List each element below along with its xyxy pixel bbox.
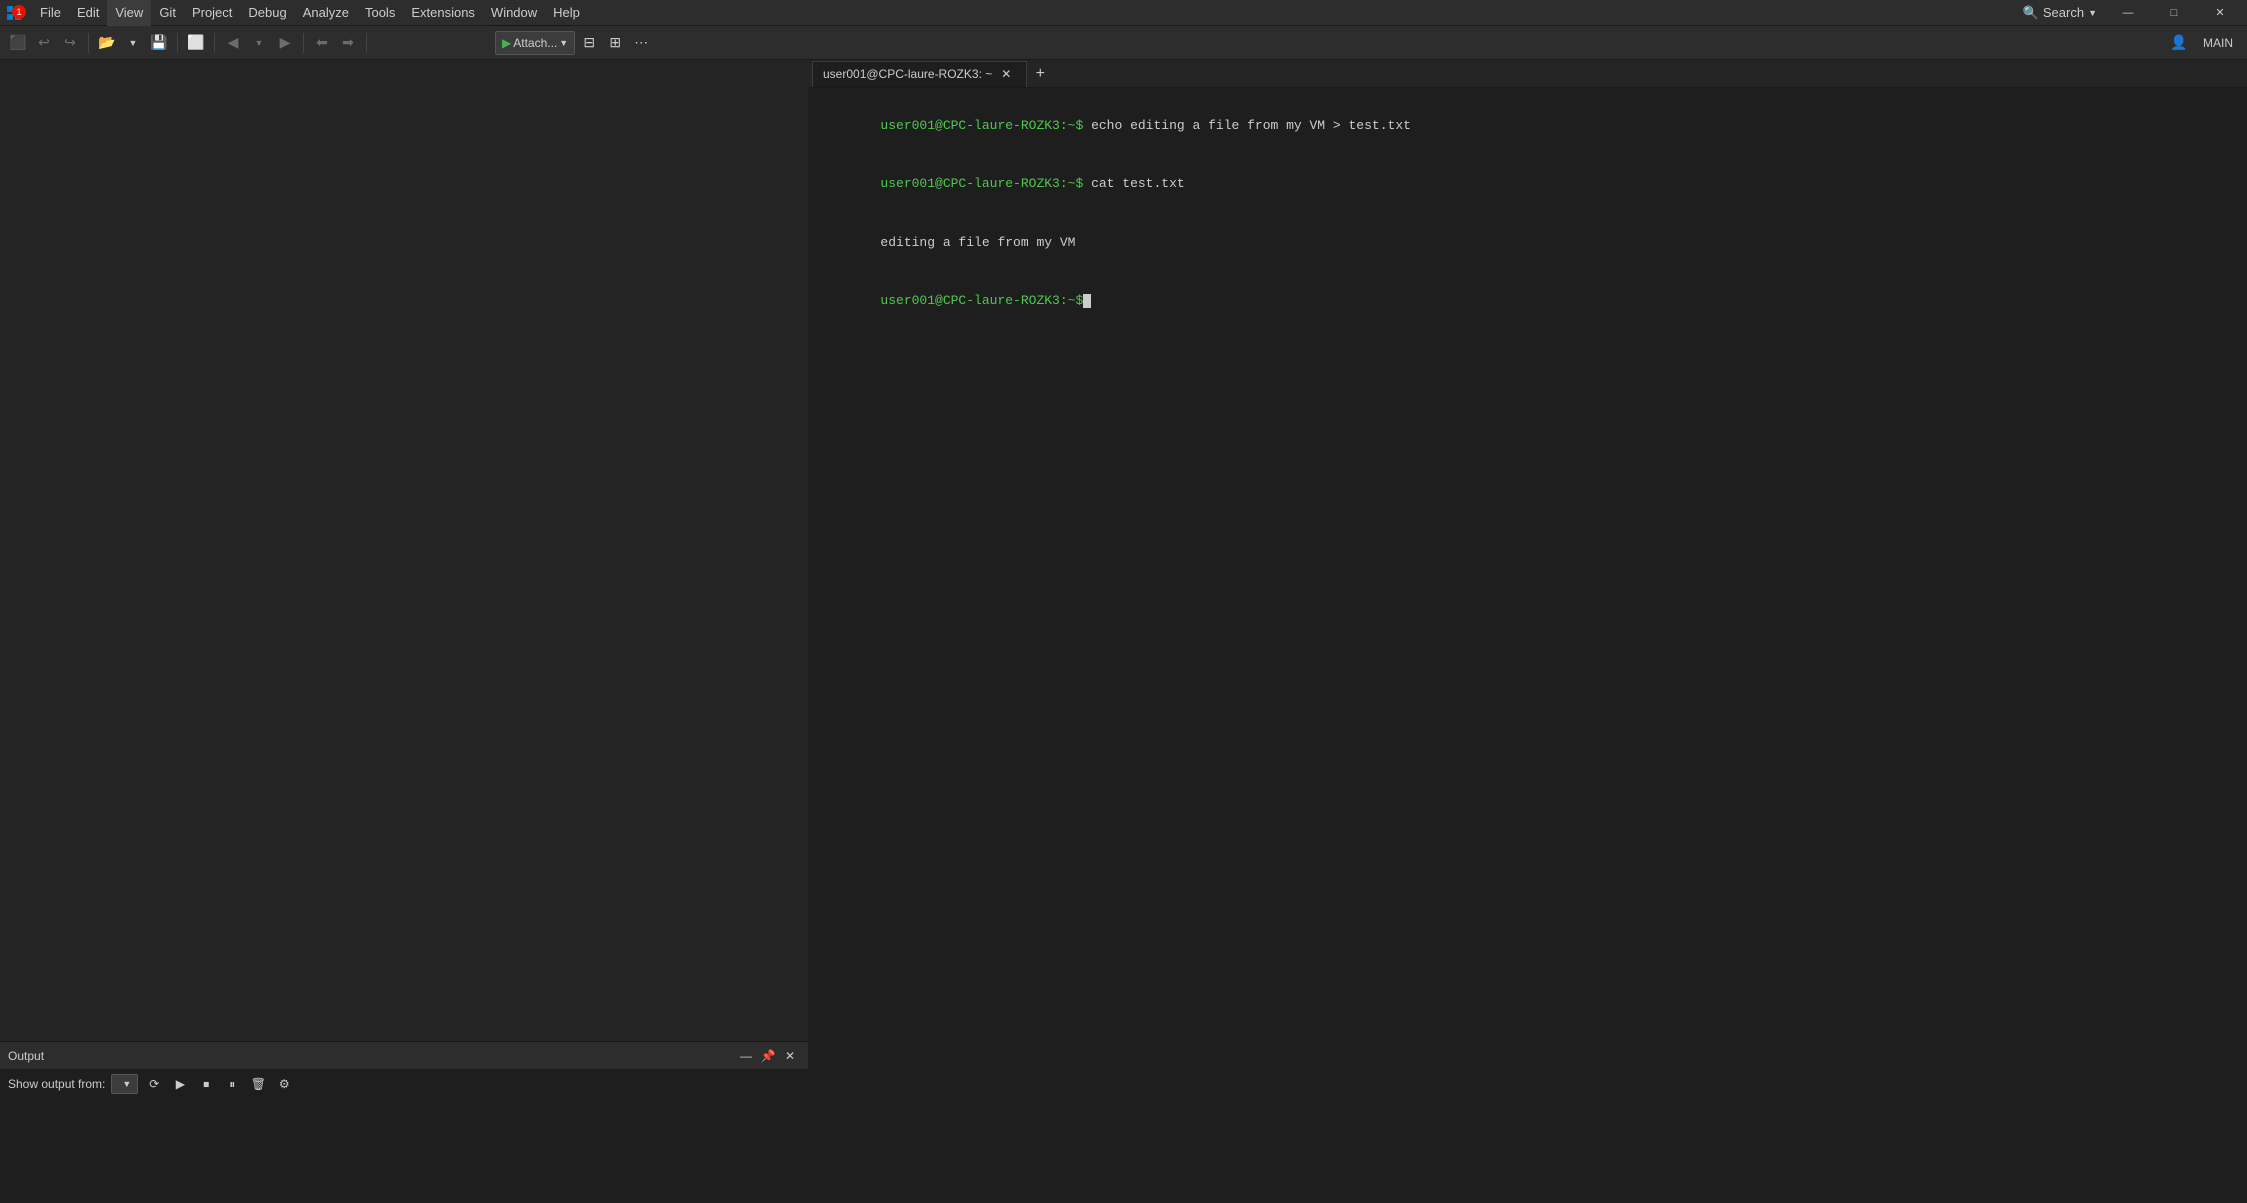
- toolbar-btn-extra[interactable]: ⬜: [184, 31, 208, 55]
- output-panel: Output — 📌 ✕ Show output from: ▼ ⟳ ▶ ⏹ ⏸…: [0, 1041, 808, 1203]
- output-clear-btn-5[interactable]: 🗑: [248, 1074, 268, 1094]
- terminal-tab-add[interactable]: +: [1027, 61, 1053, 87]
- window-controls: — □ ✕: [2105, 0, 2243, 26]
- output-title: Output: [8, 1049, 44, 1063]
- toolbar-sep-3: [214, 33, 215, 53]
- attach-label: Attach...: [513, 36, 557, 50]
- toolbar-sep-2: [177, 33, 178, 53]
- toolbar-undo[interactable]: ↩: [32, 31, 56, 55]
- output-close[interactable]: ✕: [780, 1046, 800, 1066]
- terminal-prompt-3: user001@CPC-laure-ROZK3:~$: [880, 293, 1083, 308]
- output-filter-row: Show output from: ▼ ⟳ ▶ ⏹ ⏸ 🗑 ⚙: [0, 1070, 808, 1098]
- toolbar-back-dropdown[interactable]: ▼: [247, 31, 271, 55]
- terminal-line-3: editing a file from my VM: [818, 213, 2237, 272]
- output-minimize[interactable]: —: [736, 1046, 756, 1066]
- notification-badge: 1: [12, 5, 26, 19]
- output-settings-btn[interactable]: ⚙: [274, 1074, 294, 1094]
- terminal-output-1: editing a file from my VM: [880, 235, 1075, 250]
- terminal-panel: user001@CPC-laure-ROZK3: ~ ✕ + user001@C…: [808, 60, 2247, 1203]
- terminal-content[interactable]: user001@CPC-laure-ROZK3:~$ echo editing …: [808, 88, 2247, 1203]
- output-filter-select[interactable]: ▼: [111, 1074, 138, 1094]
- terminal-tab-close[interactable]: ✕: [998, 66, 1014, 82]
- attach-dropdown-icon: ▼: [559, 38, 568, 48]
- search-button[interactable]: 🔍 Search ▼: [2015, 5, 2105, 21]
- toolbar-person-icon[interactable]: 👤: [2167, 31, 2191, 55]
- toolbar-sep-4: [303, 33, 304, 53]
- terminal-cmd-1: echo editing a file from my VM > test.tx…: [1083, 118, 1411, 133]
- menu-item-project[interactable]: Project: [184, 0, 240, 26]
- toolbar-more[interactable]: ⋯: [629, 31, 653, 55]
- terminal-tab-bar: user001@CPC-laure-ROZK3: ~ ✕ +: [808, 60, 2247, 88]
- toolbar-open-dropdown[interactable]: ▼: [121, 31, 145, 55]
- close-button[interactable]: ✕: [2197, 0, 2243, 26]
- output-header: Output — 📌 ✕: [0, 1042, 808, 1070]
- menu-item-file[interactable]: File: [32, 0, 69, 26]
- toolbar-nav-1[interactable]: ⬅: [310, 31, 334, 55]
- menu-item-tools[interactable]: Tools: [357, 0, 403, 26]
- menu-bar: 1 File Edit View Git Project Debug Analy…: [0, 0, 2247, 26]
- terminal-prompt-2: user001@CPC-laure-ROZK3:~$: [880, 176, 1083, 191]
- terminal-line-2: user001@CPC-laure-ROZK3:~$ cat test.txt: [818, 155, 2237, 214]
- output-clear-btn-1[interactable]: ⟳: [144, 1074, 164, 1094]
- attach-dropdown[interactable]: ▶ Attach... ▼: [495, 31, 575, 55]
- menu-item-view[interactable]: View: [107, 0, 151, 26]
- terminal-prompt-1: user001@CPC-laure-ROZK3:~$: [880, 118, 1083, 133]
- output-clear-btn-4[interactable]: ⏸: [222, 1074, 242, 1094]
- toolbar-btn-1[interactable]: ⬛: [6, 31, 30, 55]
- toolbar-open[interactable]: 📂: [95, 31, 119, 55]
- run-icon: ▶: [502, 36, 511, 50]
- toolbar-redo[interactable]: ↪: [58, 31, 82, 55]
- toolbar-nav-2[interactable]: ➡: [336, 31, 360, 55]
- output-controls: — 📌 ✕: [736, 1046, 800, 1066]
- search-dropdown-icon: ▼: [2088, 8, 2097, 18]
- toolbar-save[interactable]: 💾: [147, 31, 171, 55]
- terminal-line-1: user001@CPC-laure-ROZK3:~$ echo editing …: [818, 96, 2237, 155]
- menu-item-edit[interactable]: Edit: [69, 0, 107, 26]
- maximize-button[interactable]: □: [2151, 0, 2197, 26]
- terminal-tab[interactable]: user001@CPC-laure-ROZK3: ~ ✕: [812, 61, 1027, 87]
- app-logo-wrapper: 1: [4, 3, 28, 23]
- terminal-cursor: [1083, 294, 1091, 308]
- left-panel: Output — 📌 ✕ Show output from: ▼ ⟳ ▶ ⏹ ⏸…: [0, 60, 808, 1203]
- toolbar-layout-1[interactable]: ⊟: [577, 31, 601, 55]
- main-label: MAIN: [2195, 34, 2241, 52]
- menu-item-git[interactable]: Git: [151, 0, 184, 26]
- terminal-line-4: user001@CPC-laure-ROZK3:~$: [818, 272, 2237, 331]
- toolbar-sep-1: [88, 33, 89, 53]
- terminal-tab-label: user001@CPC-laure-ROZK3: ~: [823, 67, 992, 81]
- minimize-button[interactable]: —: [2105, 0, 2151, 26]
- output-filter-label: Show output from:: [8, 1077, 105, 1091]
- editor-content[interactable]: [0, 60, 808, 1041]
- menu-item-extensions[interactable]: Extensions: [403, 0, 483, 26]
- search-label: Search: [2043, 5, 2084, 20]
- output-content: [0, 1098, 808, 1203]
- output-pin[interactable]: 📌: [758, 1046, 778, 1066]
- output-filter-dropdown-icon: ▼: [122, 1079, 131, 1089]
- content-area: Output — 📌 ✕ Show output from: ▼ ⟳ ▶ ⏹ ⏸…: [0, 60, 2247, 1203]
- menu-item-debug[interactable]: Debug: [240, 0, 294, 26]
- terminal-cmd-2: cat test.txt: [1083, 176, 1184, 191]
- menu-item-help[interactable]: Help: [545, 0, 588, 26]
- toolbar: ⬛ ↩ ↪ 📂 ▼ 💾 ⬜ ◀ ▼ ▶ ⬅ ➡ ▶ Attach... ▼ ⊟ …: [0, 26, 2247, 60]
- search-icon: 🔍: [2023, 5, 2039, 21]
- menu-item-analyze[interactable]: Analyze: [295, 0, 357, 26]
- output-clear-btn-3[interactable]: ⏹: [196, 1074, 216, 1094]
- output-clear-btn-2[interactable]: ▶: [170, 1074, 190, 1094]
- toolbar-layout-2[interactable]: ⊞: [603, 31, 627, 55]
- toolbar-sep-5: [366, 33, 367, 53]
- toolbar-forward[interactable]: ▶: [273, 31, 297, 55]
- menu-item-window[interactable]: Window: [483, 0, 545, 26]
- toolbar-right: 👤 MAIN: [2167, 31, 2241, 55]
- toolbar-back[interactable]: ◀: [221, 31, 245, 55]
